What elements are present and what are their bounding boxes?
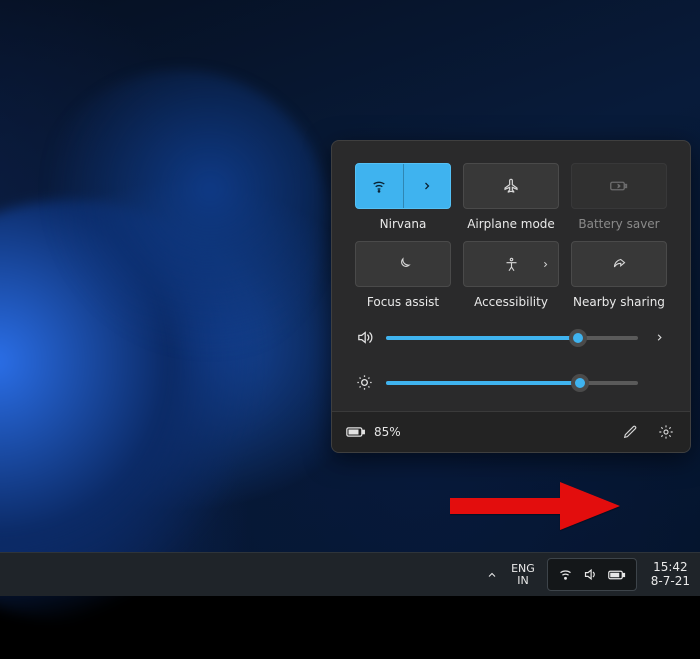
battery-percent: 85% xyxy=(374,425,401,439)
tile-wifi: Nirvana xyxy=(354,163,452,231)
focus-assist-toggle[interactable] xyxy=(355,241,451,287)
wifi-icon xyxy=(558,567,573,582)
battery-status[interactable]: 85% xyxy=(346,425,401,439)
accessibility-toggle[interactable] xyxy=(463,241,559,287)
quick-settings-panel: Nirvana Airplane mode Battery saver Focu… xyxy=(331,140,691,453)
pencil-icon xyxy=(622,424,638,440)
airplane-label: Airplane mode xyxy=(467,217,555,231)
brightness-slider[interactable] xyxy=(386,381,638,385)
wifi-toggle-main[interactable] xyxy=(356,164,403,208)
airplane-toggle[interactable] xyxy=(463,163,559,209)
accessibility-label: Accessibility xyxy=(474,295,548,309)
quick-settings-tiles: Nirvana Airplane mode Battery saver Focu… xyxy=(332,141,690,315)
clock-date: 8-7-21 xyxy=(651,575,690,588)
focus-assist-label: Focus assist xyxy=(367,295,439,309)
battery-saver-toggle xyxy=(571,163,667,209)
brightness-slider-row xyxy=(354,374,668,391)
tile-focus-assist: Focus assist xyxy=(354,241,452,309)
wifi-icon xyxy=(371,178,387,194)
airplane-icon xyxy=(503,178,519,194)
tile-accessibility: Accessibility xyxy=(462,241,560,309)
battery-icon xyxy=(346,426,366,438)
taskbar: ENG IN 15:42 8-7-21 xyxy=(0,552,700,596)
nearby-sharing-toggle[interactable] xyxy=(571,241,667,287)
quick-settings-footer: 85% xyxy=(332,411,690,452)
open-settings-button[interactable] xyxy=(656,422,676,442)
tile-battery-saver: Battery saver xyxy=(570,163,668,231)
lang-line1: ENG xyxy=(511,563,535,575)
volume-icon xyxy=(354,329,374,346)
volume-expand[interactable] xyxy=(650,332,668,343)
chevron-right-icon xyxy=(421,180,433,192)
tile-nearby-sharing: Nearby sharing xyxy=(570,241,668,309)
wifi-expand[interactable] xyxy=(403,164,451,208)
volume-icon xyxy=(583,567,598,582)
accessibility-icon xyxy=(504,257,519,272)
network-volume-battery-button[interactable] xyxy=(547,558,637,591)
system-tray: ENG IN 15:42 8-7-21 xyxy=(481,553,700,596)
gear-icon xyxy=(658,424,674,440)
share-icon xyxy=(612,257,627,272)
clock-button[interactable]: 15:42 8-7-21 xyxy=(641,553,700,596)
language-indicator[interactable]: ENG IN xyxy=(503,553,543,596)
chevron-up-icon xyxy=(486,569,498,581)
wifi-toggle[interactable] xyxy=(355,163,451,209)
volume-slider-row xyxy=(354,329,668,346)
edit-quick-settings-button[interactable] xyxy=(620,422,640,442)
battery-icon xyxy=(608,569,626,581)
volume-slider[interactable] xyxy=(386,336,638,340)
nearby-sharing-label: Nearby sharing xyxy=(573,295,665,309)
tray-overflow-button[interactable] xyxy=(481,553,503,596)
clock-time: 15:42 xyxy=(653,561,688,574)
brightness-icon xyxy=(354,374,374,391)
battery-saver-label: Battery saver xyxy=(578,217,659,231)
moon-icon xyxy=(396,257,411,272)
sliders-section xyxy=(332,315,690,411)
lang-line2: IN xyxy=(517,575,528,587)
battery-saver-icon xyxy=(610,179,628,193)
tile-airplane: Airplane mode xyxy=(462,163,560,231)
wifi-label: Nirvana xyxy=(380,217,427,231)
chevron-right-icon xyxy=(541,260,550,269)
